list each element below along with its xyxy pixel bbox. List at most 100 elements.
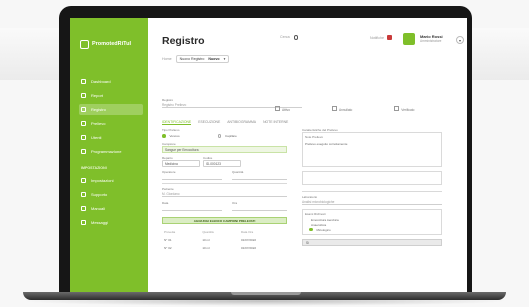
table-row[interactable]: N° 02 10 ml 01/07/2022 xyxy=(162,244,287,252)
notifications[interactable]: Notifiche xyxy=(370,35,392,40)
sidebar-item-manuali[interactable]: Manuali xyxy=(79,203,143,214)
exams-group: Esami Richiesti Emocoltura Aerobica Anae… xyxy=(302,208,442,235)
divider xyxy=(162,183,287,184)
search-label: Cerca xyxy=(280,35,290,40)
avatar[interactable] xyxy=(403,33,415,45)
tab-esecuzione[interactable]: ESECUZIONE xyxy=(198,120,220,125)
logo-icon xyxy=(80,39,89,49)
status-checks: Attivo Annullato Verificato xyxy=(275,106,414,112)
search[interactable]: Cerca xyxy=(280,35,299,40)
list-icon xyxy=(81,107,86,112)
note-textarea[interactable] xyxy=(302,171,442,185)
gear-icon xyxy=(81,178,86,183)
chat-icon xyxy=(81,220,86,225)
sidebar-item-impostazioni[interactable]: Impostazioni xyxy=(79,175,143,186)
note-box: Note Prelievo Prelievo eseguito corretta… xyxy=(302,132,442,167)
radio-venoso[interactable] xyxy=(162,134,166,138)
breadcrumb-home[interactable]: Home xyxy=(162,57,172,61)
help-icon xyxy=(81,192,86,197)
table-header: Data Ora xyxy=(241,229,254,234)
sidebar-item-label: Manuali xyxy=(91,206,106,211)
sidebar-item-dashboard[interactable]: Dashboard xyxy=(79,76,143,87)
page-title: Registro xyxy=(162,35,205,47)
sidebar-item-report[interactable]: Report xyxy=(79,90,143,101)
sidebar-item-label: Dashboard xyxy=(91,79,111,84)
drop-icon xyxy=(81,121,86,126)
left-column: Tipo Prelievo Venoso Capillare Campione … xyxy=(162,128,287,252)
exam-radio[interactable] xyxy=(309,227,313,232)
radio-label: Venoso xyxy=(169,134,180,138)
check-annullato[interactable]: Annullato xyxy=(332,106,352,112)
right-column: Caratteristiche del Prelievo Note Prelie… xyxy=(302,128,442,246)
laboratorio-input[interactable]: Analisi microbiologiche xyxy=(302,199,442,205)
sidebar-item-registro[interactable]: Registro xyxy=(79,104,143,115)
exam-item[interactable]: Anaerobica xyxy=(305,223,439,227)
exams-group-label: Esami Richiesti xyxy=(305,211,326,216)
chevron-down-icon: ▾ xyxy=(223,57,226,61)
search-icon[interactable] xyxy=(293,35,299,40)
note-label: Note Prelievo xyxy=(305,135,324,139)
app-screen: PromotedRiTuI Dashboard Report Registro … xyxy=(70,18,467,292)
bell-icon[interactable] xyxy=(386,35,392,40)
quantita-input[interactable] xyxy=(232,174,287,180)
ora-input[interactable] xyxy=(232,205,287,211)
grid-icon xyxy=(81,79,86,84)
paziente-input[interactable]: M. Giordano xyxy=(162,191,287,197)
check-verificato[interactable]: Verificato xyxy=(394,106,414,112)
sidebar-item-label: Messaggi xyxy=(91,220,109,225)
data-input[interactable] xyxy=(162,205,222,211)
sidebar-item-messaggi[interactable]: Messaggi xyxy=(79,217,143,228)
notifications-label: Notifiche xyxy=(370,35,384,40)
table-header: Quantità xyxy=(202,229,214,234)
sidebar-item-prelievo[interactable]: Prelievo xyxy=(79,118,143,129)
sidebar-section-title: IMPOSTAZIONI xyxy=(81,166,107,170)
add-samples-button[interactable]: AGGIUNGI ELENCO CAMPIONI PRELEVATI xyxy=(162,216,287,224)
tab-identificazione[interactable]: IDENTIFICAZIONE xyxy=(162,120,192,125)
user-icon xyxy=(81,135,86,140)
sidebar: PromotedRiTuI Dashboard Report Registro … xyxy=(70,18,148,292)
registro-type-select[interactable]: Nuovo Registro Nuovo ▾ xyxy=(175,55,230,63)
table-cell: N° 02 xyxy=(164,245,172,250)
divider xyxy=(302,191,442,192)
sidebar-item-utenti[interactable]: Utenti xyxy=(79,132,143,143)
tab-antibiogramma[interactable]: ANTIBIOGRAMMA xyxy=(227,120,256,125)
table-header-row: Provetta Quantità Data Ora xyxy=(162,228,287,236)
radio-capillare[interactable] xyxy=(217,134,222,138)
sidebar-item-label: Registro xyxy=(91,107,106,112)
laptop-notch xyxy=(231,292,301,295)
bottom-select[interactable]: Sì xyxy=(302,238,442,246)
app-logo[interactable]: PromotedRiTuI xyxy=(80,38,131,50)
chart-icon xyxy=(81,93,86,98)
table-cell: 01/07/2022 xyxy=(241,245,257,250)
sidebar-item-supporto[interactable]: Supporto xyxy=(79,189,143,200)
sidebar-item-label: Impostazioni xyxy=(91,178,114,183)
exam-item: Micologico xyxy=(316,227,331,232)
table-cell: 10 ml xyxy=(202,245,210,250)
logo-text: PromotedRiTuI xyxy=(92,41,132,47)
table-cell: 10 ml xyxy=(202,237,210,242)
exam-item[interactable]: Emocoltura Aerobica xyxy=(305,218,439,222)
codice-field[interactable]: ID-000123 xyxy=(203,160,241,167)
table-cell: 01/07/2022 xyxy=(241,237,257,242)
sidebar-item-label: Prelievo xyxy=(91,121,106,126)
radio-group-label: Tipo Prelievo xyxy=(162,128,180,132)
select-value: Nuovo xyxy=(208,57,220,61)
tab-note-interne[interactable]: NOTE INTERNE xyxy=(263,120,288,125)
radio-group: Venoso Capillare xyxy=(162,134,287,138)
operatore-input[interactable] xyxy=(162,174,222,180)
reparto-select[interactable]: Medicina xyxy=(162,160,200,167)
user-menu-button[interactable]: ▾ xyxy=(456,36,464,44)
sidebar-nav: Dashboard Report Registro Prelievo Utent… xyxy=(79,76,143,231)
sidebar-item-programmazione[interactable]: Programmazione xyxy=(79,146,143,157)
samples-table: Provetta Quantità Data Ora N° 01 10 ml 0… xyxy=(162,228,287,252)
calendar-icon xyxy=(81,149,86,154)
table-row[interactable]: N° 01 10 ml 01/07/2022 xyxy=(162,236,287,244)
user-role: Amministratore xyxy=(420,39,442,43)
campione-field[interactable]: Sangue per Emocoltura xyxy=(162,146,287,153)
select-label: Nuovo Registro xyxy=(179,57,205,61)
sidebar-item-label: Report xyxy=(91,93,104,98)
check-attivo[interactable]: Attivo xyxy=(275,106,290,112)
form-tabs: IDENTIFICAZIONE ESECUZIONE ANTIBIOGRAMMA… xyxy=(162,120,288,125)
book-icon xyxy=(81,206,86,211)
user-info: Mario Rossi Amministratore xyxy=(420,34,443,44)
